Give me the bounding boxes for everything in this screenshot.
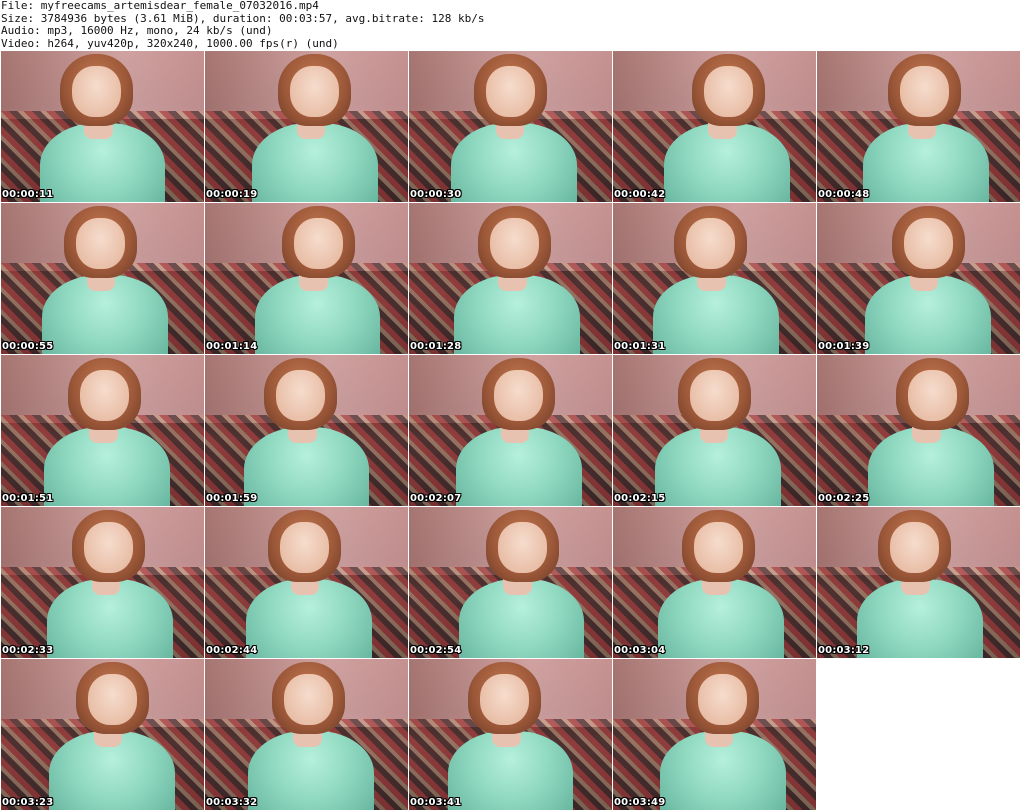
thumbnail-timestamp: 00:02:54 xyxy=(410,645,462,656)
video-thumbnail: 00:03:49 xyxy=(613,659,816,810)
thumbnail-timestamp: 00:03:04 xyxy=(614,645,666,656)
thumbnail-timestamp: 00:00:30 xyxy=(410,189,462,200)
thumbnail-timestamp: 00:03:23 xyxy=(2,797,54,808)
file-info-header: File: myfreecams_artemisdear_female_0703… xyxy=(1,0,484,50)
video-info-line: Video: h264, yuv420p, 320x240, 1000.00 f… xyxy=(1,36,339,50)
thumbnail-timestamp: 00:03:49 xyxy=(614,797,666,808)
video-thumbnail: 00:02:33 xyxy=(1,507,204,658)
video-thumbnail: 00:01:51 xyxy=(1,355,204,506)
video-thumbnail: 00:01:59 xyxy=(205,355,408,506)
thumbnail-timestamp: 00:02:44 xyxy=(206,645,258,656)
video-thumbnail: 00:02:15 xyxy=(613,355,816,506)
video-thumbnail: 00:00:48 xyxy=(817,51,1020,202)
file-name-line: File: myfreecams_artemisdear_female_0703… xyxy=(1,0,319,12)
video-thumbnail: 00:00:42 xyxy=(613,51,816,202)
thumbnail-timestamp: 00:00:19 xyxy=(206,189,258,200)
video-thumbnail: 00:02:54 xyxy=(409,507,612,658)
video-thumbnail: 00:03:41 xyxy=(409,659,612,810)
thumbnail-timestamp: 00:01:51 xyxy=(2,493,54,504)
thumbnail-timestamp: 00:00:42 xyxy=(614,189,666,200)
thumbnail-timestamp: 00:03:32 xyxy=(206,797,258,808)
video-thumbnail: 00:00:30 xyxy=(409,51,612,202)
thumbnail-timestamp: 00:00:11 xyxy=(2,189,54,200)
video-thumbnail: 00:03:23 xyxy=(1,659,204,810)
thumbnail-timestamp: 00:00:48 xyxy=(818,189,870,200)
video-thumbnail: 00:00:55 xyxy=(1,203,204,354)
video-thumbnail: 00:01:31 xyxy=(613,203,816,354)
thumbnail-timestamp: 00:02:15 xyxy=(614,493,666,504)
video-thumbnail: 00:02:25 xyxy=(817,355,1020,506)
video-thumbnail: 00:03:04 xyxy=(613,507,816,658)
video-thumbnail: 00:00:19 xyxy=(205,51,408,202)
thumbnail-timestamp: 00:00:55 xyxy=(2,341,54,352)
thumbnail-timestamp: 00:01:14 xyxy=(206,341,258,352)
video-thumbnail: 00:03:12 xyxy=(817,507,1020,658)
video-thumbnail: 00:01:14 xyxy=(205,203,408,354)
audio-info-line: Audio: mp3, 16000 Hz, mono, 24 kb/s (und… xyxy=(1,24,273,37)
thumbnail-timestamp: 00:03:41 xyxy=(410,797,462,808)
thumbnail-timestamp: 00:01:31 xyxy=(614,341,666,352)
thumbnail-timestamp: 00:02:33 xyxy=(2,645,54,656)
video-thumbnail: 00:02:44 xyxy=(205,507,408,658)
video-thumbnail: 00:00:11 xyxy=(1,51,204,202)
video-thumbnail: 00:02:07 xyxy=(409,355,612,506)
video-thumbnail: 00:01:39 xyxy=(817,203,1020,354)
video-thumbnail: 00:03:32 xyxy=(205,659,408,810)
thumbnail-timestamp: 00:03:12 xyxy=(818,645,870,656)
thumbnail-timestamp: 00:02:25 xyxy=(818,493,870,504)
thumbnail-timestamp: 00:01:28 xyxy=(410,341,462,352)
thumbnail-timestamp: 00:02:07 xyxy=(410,493,462,504)
video-thumbnail: 00:01:28 xyxy=(409,203,612,354)
thumbnail-timestamp: 00:01:59 xyxy=(206,493,258,504)
thumbnail-timestamp: 00:01:39 xyxy=(818,341,870,352)
